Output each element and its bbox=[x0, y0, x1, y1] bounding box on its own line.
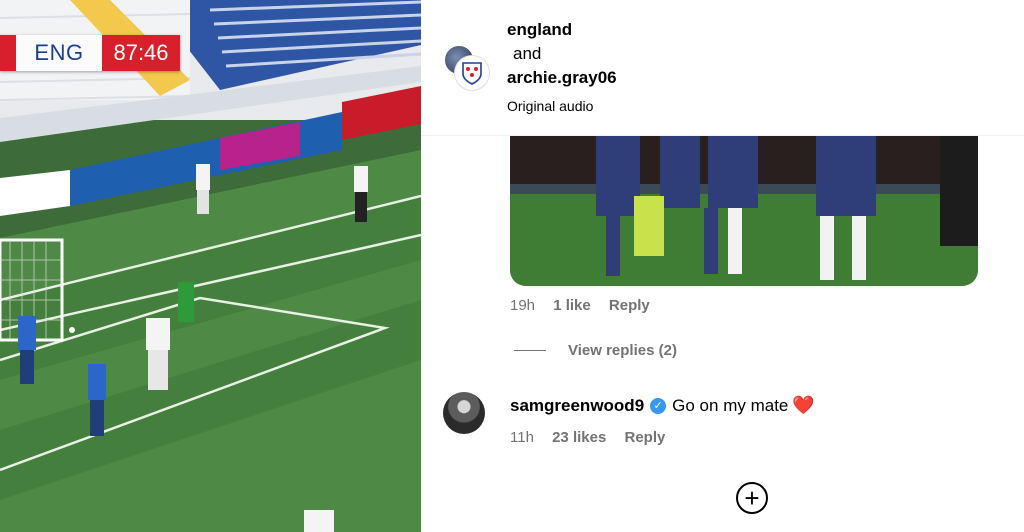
comment-reply-button[interactable]: Reply bbox=[624, 429, 665, 446]
scoreboard-accent bbox=[0, 35, 16, 71]
heart-emoji-icon: ❤️ bbox=[792, 395, 815, 415]
comment-media-thumbnail[interactable] bbox=[510, 136, 978, 286]
comment-text: Go on my mate bbox=[672, 395, 789, 415]
prev-comment-reply-button[interactable]: Reply bbox=[609, 297, 650, 314]
view-replies-button[interactable]: View replies (2) bbox=[514, 342, 677, 359]
scoreboard-time: 87:46 bbox=[102, 35, 180, 71]
collab-avatars[interactable] bbox=[443, 44, 489, 90]
app-root: ENG 87:46 england and archie.gray06 Orig… bbox=[0, 0, 1024, 532]
comment-likes[interactable]: 23 likes bbox=[552, 429, 606, 446]
prev-comment-meta: 19h 1 like Reply bbox=[510, 297, 650, 314]
author-england[interactable]: england bbox=[507, 18, 617, 42]
comment-meta: 11h 23 likes Reply bbox=[510, 429, 665, 446]
post-header: england and archie.gray06 Original audio bbox=[421, 0, 1024, 136]
comment-body: samgreenwood9 ✓ Go on my mate ❤️ bbox=[510, 395, 815, 416]
commenter-avatar[interactable] bbox=[443, 392, 485, 434]
commenter-username[interactable]: samgreenwood9 bbox=[510, 396, 644, 416]
scoreboard: ENG 87:46 bbox=[0, 35, 180, 71]
audio-label[interactable]: Original audio bbox=[507, 94, 617, 118]
author-conjunction: and bbox=[513, 44, 542, 63]
replies-divider bbox=[514, 350, 546, 351]
comments-panel: england and archie.gray06 Original audio… bbox=[421, 0, 1024, 532]
verified-badge-icon: ✓ bbox=[650, 397, 667, 414]
prev-comment-likes[interactable]: 1 like bbox=[553, 297, 591, 314]
video-frame-scene bbox=[0, 0, 421, 532]
video-player[interactable]: ENG 87:46 bbox=[0, 0, 421, 532]
view-replies-label: View replies (2) bbox=[568, 342, 677, 359]
post-authors: england and archie.gray06 Original audio bbox=[507, 18, 617, 118]
thumbnail-scene bbox=[510, 136, 978, 286]
add-comment-icon[interactable]: + bbox=[736, 482, 768, 514]
prev-comment-time: 19h bbox=[510, 297, 536, 314]
avatar-england[interactable] bbox=[455, 56, 489, 90]
author-archie-gray[interactable]: archie.gray06 bbox=[507, 66, 617, 90]
england-crest-icon bbox=[462, 62, 482, 85]
comment-time: 11h bbox=[510, 429, 534, 446]
scoreboard-team: ENG bbox=[16, 35, 102, 71]
